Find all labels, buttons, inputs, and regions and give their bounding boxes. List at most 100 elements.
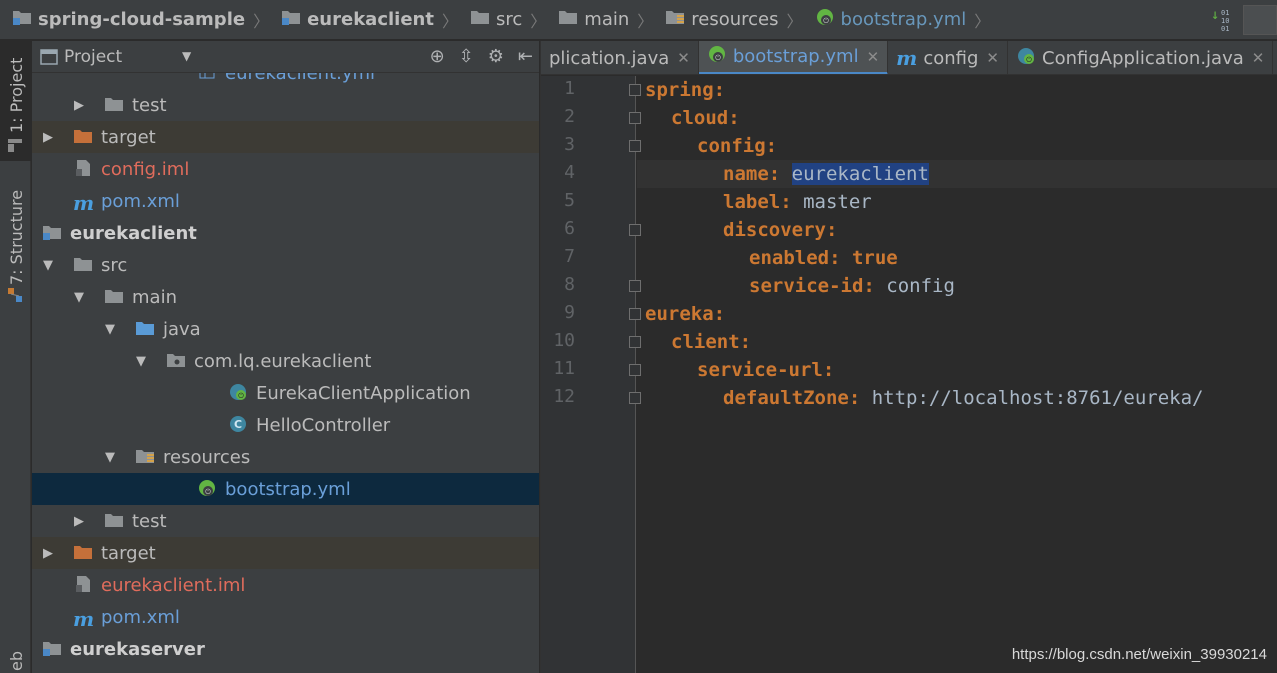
iml-icon bbox=[73, 575, 93, 595]
code-area[interactable]: spring: cloud: config: name: eurekaclient la… bbox=[637, 76, 1277, 673]
tree-node-eurekaserver[interactable]: ▶eurekaserver bbox=[32, 633, 539, 665]
breadcrumb-label: bootstrap.yml bbox=[840, 9, 967, 30]
line-number: 12 bbox=[553, 386, 575, 407]
tree-node-main[interactable]: ▼ main bbox=[32, 281, 539, 313]
window-layout-icon[interactable] bbox=[1243, 5, 1277, 35]
tree-node-eurekaclient[interactable]: ▼eurekaclient bbox=[32, 217, 539, 249]
line-number: 7 bbox=[564, 246, 575, 267]
breadcrumb-item-main[interactable]: main 〉 bbox=[546, 0, 653, 39]
project-view-selector[interactable]: Project bbox=[40, 47, 122, 67]
close-icon[interactable]: ✕ bbox=[867, 48, 880, 66]
editor-gutter: 1 2 3 4 5 6 7 8 9 10 11 12 bbox=[541, 76, 641, 673]
breadcrumb-item-spring-cloud-sample[interactable]: spring-cloud-sample 〉 bbox=[0, 0, 269, 39]
yaml-value: eurekaclient bbox=[791, 163, 929, 185]
tree-node-java[interactable]: ▼ java bbox=[32, 313, 539, 345]
tool-tab-project[interactable]: 1: Project bbox=[0, 41, 31, 161]
tree-node-resources[interactable]: ▼ resources bbox=[32, 441, 539, 473]
chevron-down-icon[interactable]: ▼ bbox=[41, 258, 55, 273]
breadcrumb-item-eurekaclient[interactable]: eurekaclient 〉 bbox=[269, 0, 458, 39]
chevron-right-icon: 〉 bbox=[530, 11, 547, 31]
class-icon: C bbox=[228, 415, 248, 435]
chevron-right-icon[interactable]: ▶ bbox=[41, 130, 55, 145]
chevron-down-icon[interactable]: ▼ bbox=[103, 450, 117, 465]
code-line: spring: bbox=[645, 76, 725, 104]
tree-node-eurekaclientapplication[interactable]: ⏻ EurekaClientApplication bbox=[32, 377, 539, 409]
editor-tab-label: ConfigApplication.java bbox=[1042, 47, 1244, 69]
tree-node-label: main bbox=[132, 286, 177, 308]
editor-tab-configapplication-java[interactable]: ⏻ ConfigApplication.java ✕ bbox=[1008, 41, 1274, 74]
vcs-update-icon[interactable]: ↓ 01 10 01 bbox=[1211, 7, 1233, 33]
chevron-right-icon: 〉 bbox=[974, 11, 991, 31]
gear-icon[interactable]: ⚙ bbox=[488, 46, 504, 67]
svg-text:⏻: ⏻ bbox=[1026, 56, 1032, 64]
locate-file-icon[interactable]: ⊕ bbox=[430, 46, 445, 67]
tree-node-pom-xml[interactable]: m pom.xml bbox=[32, 601, 539, 633]
yaml-key: spring: bbox=[645, 79, 726, 101]
tree-node-label: test bbox=[132, 94, 167, 116]
chevron-right-icon[interactable]: ▶ bbox=[72, 98, 86, 113]
tree-node-hellocontroller[interactable]: C HelloController bbox=[32, 409, 539, 441]
project-window-icon bbox=[40, 48, 58, 65]
breadcrumb-right-tools: ↓ 01 10 01 bbox=[1211, 0, 1277, 40]
tree-node-test[interactable]: ▶ test bbox=[32, 89, 539, 121]
breadcrumb-item-resources[interactable]: resources 〉 bbox=[653, 0, 803, 39]
breadcrumb-item-src[interactable]: src 〉 bbox=[458, 0, 546, 39]
project-panel-header: Project ▼ ⊕ ⇳ ⚙ ⇤ bbox=[32, 41, 539, 73]
editor-tab-config[interactable]: m config ✕ bbox=[888, 41, 1008, 74]
folder-icon bbox=[470, 8, 490, 31]
yaml-key: defaultZone: bbox=[723, 387, 861, 409]
maven-icon: m bbox=[73, 191, 95, 215]
chevron-down-icon[interactable]: ▼ bbox=[134, 354, 148, 369]
project-panel-title: Project bbox=[64, 46, 123, 67]
collapse-all-icon[interactable]: ⇳ bbox=[459, 46, 474, 67]
chevron-right-icon[interactable]: ▶ bbox=[41, 546, 55, 561]
hide-panel-icon[interactable]: ⇤ bbox=[518, 46, 533, 67]
close-icon[interactable]: ✕ bbox=[1252, 49, 1265, 67]
tree-node-eurekaclient-iml[interactable]: eurekaclient.iml bbox=[32, 569, 539, 601]
close-icon[interactable]: ✕ bbox=[986, 49, 999, 67]
breadcrumb-label: eurekaclient bbox=[307, 9, 434, 30]
code-line: cloud: bbox=[671, 104, 740, 132]
tree-node-target[interactable]: ▶ target bbox=[32, 537, 539, 569]
code-line: label: master bbox=[723, 188, 872, 216]
navigation-breadcrumb: spring-cloud-sample 〉 eurekaclient 〉 src 〉 mai… bbox=[0, 0, 1277, 40]
tool-tab-web[interactable]: eb bbox=[0, 641, 31, 673]
editor-tab-bootstrap-yml[interactable]: ⏻ bootstrap.yml ✕ bbox=[698, 41, 889, 74]
line-number: 4 bbox=[564, 162, 575, 183]
left-tool-strip: 1: Project 7: Structure eb bbox=[0, 41, 31, 673]
editor-tab-plication-java[interactable]: plication.java ✕ bbox=[541, 41, 699, 74]
tool-tab-project-label: 1: Project bbox=[7, 57, 26, 133]
yaml-value: config bbox=[886, 275, 955, 297]
folder-icon bbox=[104, 511, 124, 531]
tree-node-target[interactable]: ▶ target bbox=[32, 121, 539, 153]
module-icon bbox=[12, 8, 32, 31]
vcs-bits: 01 10 01 bbox=[1221, 9, 1230, 33]
tool-tab-structure[interactable]: 7: Structure bbox=[0, 181, 31, 311]
tree-node-eurekaclient-yml[interactable]: eurekaclient.yml bbox=[32, 73, 539, 89]
chevron-right-icon: 〉 bbox=[786, 11, 803, 31]
breadcrumb-item-bootstrap-yml[interactable]: ⏻ bootstrap.yml 〉 bbox=[803, 0, 991, 39]
tool-tab-structure-label: 7: Structure bbox=[7, 189, 26, 285]
chevron-down-icon[interactable]: ▼ bbox=[103, 322, 117, 337]
line-number: 9 bbox=[564, 302, 575, 323]
code-line: client: bbox=[671, 328, 751, 356]
code-line: service-url: bbox=[697, 356, 834, 384]
chevron-right-icon[interactable]: ▶ bbox=[72, 514, 86, 529]
line-number: 1 bbox=[564, 78, 575, 99]
file-yml-partial-icon bbox=[197, 73, 217, 83]
yaml-key: client: bbox=[671, 331, 752, 353]
project-tool-window: Project ▼ ⊕ ⇳ ⚙ ⇤ eurekaclient.yml ▶ test ▶… bbox=[32, 41, 567, 673]
close-icon[interactable]: ✕ bbox=[677, 49, 690, 67]
chevron-down-icon[interactable]: ▼ bbox=[182, 49, 191, 63]
tree-node-com-lq-eurekaclient[interactable]: ▼ com.lq.eurekaclient bbox=[32, 345, 539, 377]
tree-node-label: java bbox=[163, 318, 201, 340]
chevron-down-icon[interactable]: ▼ bbox=[72, 290, 86, 305]
tree-node-bootstrap-yml[interactable]: ⏻ bootstrap.yml bbox=[32, 473, 539, 505]
breadcrumb-label: src bbox=[495, 9, 523, 30]
tree-node-config-iml[interactable]: config.iml bbox=[32, 153, 539, 185]
tree-node-pom-xml[interactable]: m pom.xml bbox=[32, 185, 539, 217]
tree-node-test[interactable]: ▶ test bbox=[32, 505, 539, 537]
tree-node-src[interactable]: ▼ src bbox=[32, 249, 539, 281]
tree-node-label: pom.xml bbox=[101, 190, 180, 212]
tree-node-label: src bbox=[101, 254, 128, 276]
